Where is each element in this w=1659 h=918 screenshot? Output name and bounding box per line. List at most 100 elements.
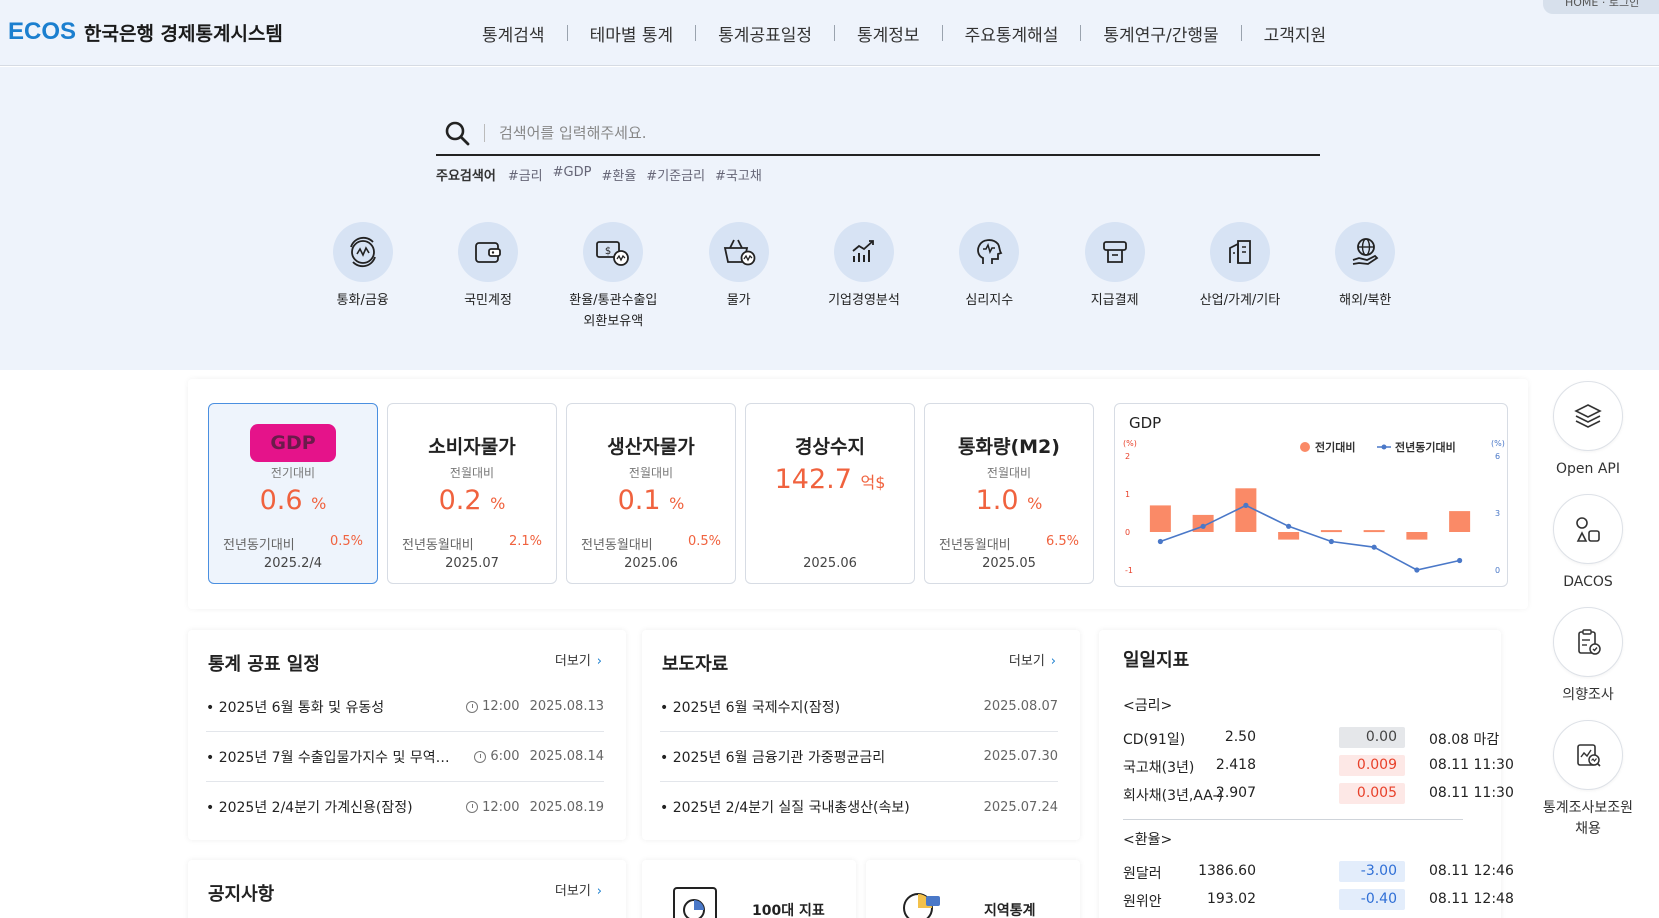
indicator-card-cpi[interactable]: 소비자물가 전월대비 0.2 % 전년동월대비 2.1% 2025.07 [387, 403, 557, 584]
indicator-date: 2025.2/4 [263, 556, 323, 571]
chart-line-point [1243, 502, 1249, 508]
chart-line-point [1286, 523, 1292, 529]
keyword-link[interactable]: #국고채 [715, 165, 762, 184]
category-currency-finance[interactable]: 통화/금융 [300, 222, 425, 332]
legend-label: 전기대비 [1315, 440, 1355, 454]
chart-line-point [1371, 544, 1377, 550]
indicator-card-current-account[interactable]: 경상수지 142.7 억$ 2025.06 [745, 403, 915, 584]
keyword-link[interactable]: #GDP [553, 165, 592, 184]
indicator-date: 2025.06 [624, 556, 678, 571]
left-axis-unit: (%) [1123, 439, 1137, 448]
category-payment-settlement[interactable]: 지급결제 [1052, 222, 1177, 332]
notice-box: 공지사항 더보기 › [188, 860, 626, 918]
chart-line-point [1200, 523, 1206, 529]
category-overseas-nk[interactable]: 해외/북한 [1303, 222, 1428, 332]
chevron-right-icon: › [1050, 654, 1056, 669]
key-indicators-panel: GDP 전기대비 0.6 % 전년동기대비 0.5% 2025.2/4 소비자물가… [188, 379, 1528, 609]
indicator-sub-label: 전월대비 [449, 466, 495, 480]
indicator-sub-label: 전월대비 [986, 466, 1032, 480]
indicator-sub-label: 전기대비 [270, 466, 316, 480]
search-icon[interactable] [442, 118, 472, 148]
indicator-card-ppi[interactable]: 생산자물가 전월대비 0.1 % 전년동월대비 0.5% 2025.06 [566, 403, 736, 584]
list-item[interactable]: • 2025년 2/4분기 실질 국내총생산(속보) 2025.07.24 [660, 782, 1058, 832]
nav-stat-commentary[interactable]: 주요통계해설 [943, 21, 1081, 46]
box-title: 일일지표 [1123, 650, 1190, 671]
indicator-value: 0.6 % [259, 485, 327, 516]
category-prices[interactable]: 물가 [676, 222, 801, 332]
nav-stat-info[interactable]: 통계정보 [835, 21, 942, 46]
more-link[interactable]: 더보기 › [555, 880, 602, 899]
category-sentiment-index[interactable]: 심리지수 [927, 222, 1052, 332]
rate-row[interactable]: 국고채(3년) 2.418 0.009 08.11 11:30 [1123, 755, 1514, 777]
category-label: 심리지수 [965, 293, 1014, 308]
left-tick-label: 2 [1125, 452, 1130, 461]
keyword-link[interactable]: #기준금리 [646, 165, 705, 184]
side-menu-survey[interactable]: 의향조사 [1540, 607, 1636, 706]
indicator-yoy: 전년동월대비 2.1% [402, 534, 542, 553]
card-terminal-icon [1084, 222, 1145, 282]
side-menu-open-api[interactable]: Open API [1540, 381, 1636, 480]
box-title: 통계 공표 일정 [208, 654, 320, 675]
rate-row[interactable]: CD(91일) 2.50 0.00 08.08 마감 [1123, 727, 1499, 749]
keyword-link[interactable]: #환율 [601, 165, 636, 184]
chart-bar [1320, 530, 1342, 533]
indicator-value: 142.7 억$ [774, 464, 886, 495]
category-fx-trade[interactable]: $ 환율/통관수출입 외환보유액 [551, 222, 676, 332]
basket-icon [708, 222, 769, 282]
list-item[interactable]: • 2025년 6월 금융기관 가중평균금리 2025.07.30 [660, 732, 1058, 782]
nav-theme-stats[interactable]: 테마별 통계 [568, 21, 696, 46]
chart-line-point [1328, 538, 1334, 545]
list-item[interactable]: • 2025년 6월 통화 및 유동성 12:00 2025.08.13 [206, 682, 604, 732]
list-item[interactable]: • 2025년 6월 국제수지(잠정) 2025.08.07 [660, 682, 1058, 732]
keyword-link[interactable]: #금리 [508, 165, 543, 184]
utility-links[interactable]: HOME · 로그인 [1543, 0, 1659, 14]
map-chart-icon [903, 893, 940, 918]
nav-support[interactable]: 고객지원 [1242, 21, 1349, 46]
indicator-card-gdp[interactable]: GDP 전기대비 0.6 % 전년동기대비 0.5% 2025.2/4 [208, 403, 378, 584]
quick-link-regional[interactable]: 지역통계 [866, 860, 1080, 918]
left-tick-label: 1 [1125, 490, 1130, 499]
globe-hand-icon [1335, 222, 1396, 282]
fx-group-label: <환율> [1123, 832, 1173, 848]
category-label: 환율/통관수출입 외환보유액 [569, 293, 658, 329]
nav-stat-search[interactable]: 통계검색 [460, 21, 567, 46]
category-industry-household[interactable]: 산업/가계/기타 [1177, 222, 1302, 332]
more-link[interactable]: 더보기 › [1009, 650, 1056, 669]
logo[interactable]: ECOS 한국은행 경제통계시스템 [8, 18, 283, 46]
category-business-analysis[interactable]: 기업경영분석 [801, 222, 926, 332]
rate-row[interactable]: 회사채(3년,AA-) 2.907 0.005 08.11 11:30 [1123, 783, 1514, 805]
quick-link-top100[interactable]: 100대 지표 [642, 860, 856, 918]
indicator-title: 경상수지 [795, 436, 865, 458]
category-label: 기업경영분석 [828, 293, 900, 308]
money-exchange-icon: $ [583, 222, 644, 282]
search-hero: 주요검색어 #금리 #GDP #환율 #기준금리 #국고채 통화/금융 국민계정… [0, 67, 1659, 370]
fx-row[interactable]: 원달러 1386.60 -3.00 08.11 12:46 [1123, 861, 1514, 883]
layers-icon [1553, 381, 1623, 451]
nav-research[interactable]: 통계연구/간행물 [1081, 21, 1240, 46]
search-divider [484, 124, 485, 142]
side-menu-dacos[interactable]: DACOS [1540, 494, 1636, 593]
chart-bar [1235, 488, 1257, 532]
header: ECOS 한국은행 경제통계시스템 통계검색 테마별 통계 통계공표일정 통계정… [0, 0, 1659, 66]
indicator-card-m2[interactable]: 통화량(M2) 전월대비 1.0 % 전년동월대비 6.5% 2025.05 [924, 403, 1094, 584]
growth-chart-icon [833, 222, 894, 282]
category-label: 산업/가계/기타 [1199, 293, 1281, 308]
logo-mark: ECOS [8, 18, 77, 45]
indicator-yoy: 전년동월대비 0.5% [581, 534, 721, 553]
indicator-date: 2025.07 [445, 556, 499, 571]
nav-release-schedule[interactable]: 통계공표일정 [696, 21, 834, 46]
svg-text:$: $ [605, 246, 611, 257]
more-link[interactable]: 더보기 › [555, 650, 602, 669]
chevron-right-icon: › [596, 654, 602, 669]
fx-row[interactable]: 원위안 193.02 -0.40 08.11 12:48 [1123, 889, 1514, 911]
list-item[interactable]: • 2025년 7월 수출입물가지수 및 무역지수(잠정) 6:002025.0… [206, 732, 604, 782]
category-national-accounts[interactable]: 국민계정 [425, 222, 550, 332]
list-item[interactable]: • 2025년 2/4분기 가계신용(잠정) 12:00 2025.08.19 [206, 782, 604, 832]
right-tick-label: 3 [1495, 509, 1500, 518]
search-input[interactable] [499, 124, 1259, 142]
side-menu-recruit[interactable]: 통계조사보조원 채용 [1540, 720, 1636, 840]
right-tick-label: 6 [1495, 452, 1500, 461]
schedule-list: • 2025년 6월 통화 및 유동성 12:00 2025.08.13 • 20… [206, 682, 604, 832]
box-title: 보도자료 [662, 654, 729, 675]
chart-bar [1449, 511, 1471, 532]
